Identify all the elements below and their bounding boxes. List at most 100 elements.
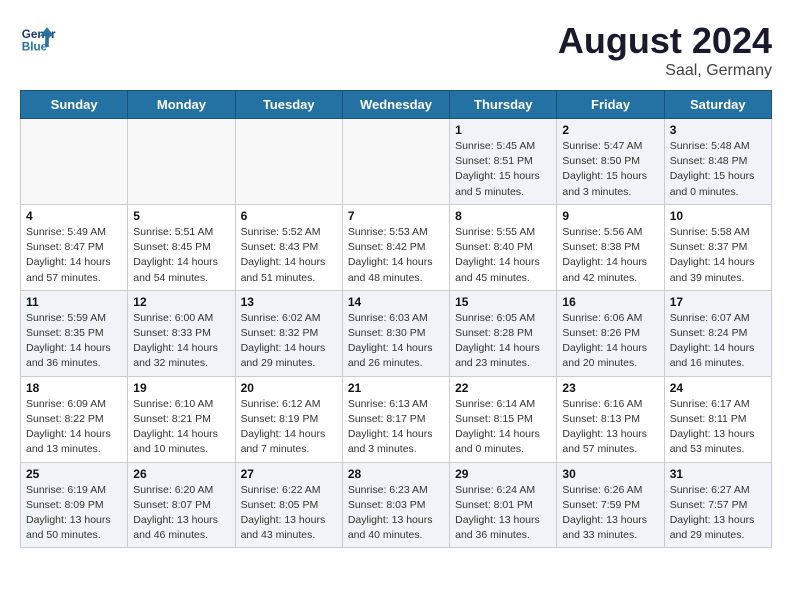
day-number: 11	[26, 295, 122, 309]
day-info: Sunrise: 6:14 AMSunset: 8:15 PMDaylight:…	[455, 397, 551, 458]
day-info: Sunrise: 5:56 AMSunset: 8:38 PMDaylight:…	[562, 225, 658, 286]
day-number: 20	[241, 381, 337, 395]
calendar-cell: 31 Sunrise: 6:27 AMSunset: 7:57 PMDayligh…	[664, 462, 771, 548]
day-info: Sunrise: 5:59 AMSunset: 8:35 PMDaylight:…	[26, 311, 122, 372]
day-number: 24	[670, 381, 766, 395]
svg-text:Blue: Blue	[22, 41, 48, 54]
calendar-week-5: 25Sunrise: 6:19 AMSunset: 8:09 PMDayligh…	[21, 462, 772, 548]
calendar-cell: 14Sunrise: 6:03 AMSunset: 8:30 PMDayligh…	[342, 290, 449, 376]
calendar-cell: 30Sunrise: 6:26 AMSunset: 7:59 PMDayligh…	[557, 462, 664, 548]
day-info: Sunrise: 6:05 AMSunset: 8:28 PMDaylight:…	[455, 311, 551, 372]
day-info: Sunrise: 6:10 AMSunset: 8:21 PMDaylight:…	[133, 397, 229, 458]
title-block: August 2024 Saal, Germany	[558, 20, 772, 80]
calendar-cell: 7 Sunrise: 5:53 AMSunset: 8:42 PMDaylight…	[342, 204, 449, 290]
calendar-cell: 19Sunrise: 6:10 AMSunset: 8:21 PMDayligh…	[128, 376, 235, 462]
col-header-tuesday: Tuesday	[235, 91, 342, 119]
calendar-cell: 15Sunrise: 6:05 AMSunset: 8:28 PMDayligh…	[450, 290, 557, 376]
day-info: Sunrise: 5:47 AMSunset: 8:50 PMDaylight:…	[562, 139, 658, 200]
day-info: Sunrise: 5:55 AMSunset: 8:40 PMDaylight:…	[455, 225, 551, 286]
calendar-cell: 25Sunrise: 6:19 AMSunset: 8:09 PMDayligh…	[21, 462, 128, 548]
day-info: Sunrise: 5:51 AMSunset: 8:45 PMDaylight:…	[133, 225, 229, 286]
day-info: Sunrise: 6:19 AMSunset: 8:09 PMDaylight:…	[26, 483, 122, 544]
day-info: Sunrise: 6:22 AMSunset: 8:05 PMDaylight:…	[241, 483, 337, 544]
calendar-cell: 20 Sunrise: 6:12 AMSunset: 8:19 PMDayligh…	[235, 376, 342, 462]
calendar-header-row: SundayMondayTuesdayWednesdayThursdayFrid…	[21, 91, 772, 119]
day-info: Sunrise: 5:48 AMSunset: 8:48 PMDaylight:…	[670, 139, 766, 200]
calendar-cell: 2 Sunrise: 5:47 AMSunset: 8:50 PMDaylight…	[557, 119, 664, 205]
day-number: 12	[133, 295, 229, 309]
calendar-cell: 29Sunrise: 6:24 AMSunset: 8:01 PMDayligh…	[450, 462, 557, 548]
page-header: General Blue August 2024 Saal, Germany	[20, 20, 772, 80]
calendar-cell: 26 Sunrise: 6:20 AMSunset: 8:07 PMDayligh…	[128, 462, 235, 548]
location-label: Saal, Germany	[558, 62, 772, 80]
calendar-week-2: 4 Sunrise: 5:49 AMSunset: 8:47 PMDaylight…	[21, 204, 772, 290]
day-number: 27	[241, 467, 337, 481]
calendar-week-3: 11 Sunrise: 5:59 AMSunset: 8:35 PMDayligh…	[21, 290, 772, 376]
calendar-cell: 24 Sunrise: 6:17 AMSunset: 8:11 PMDayligh…	[664, 376, 771, 462]
calendar-cell	[21, 119, 128, 205]
calendar-cell: 8 Sunrise: 5:55 AMSunset: 8:40 PMDaylight…	[450, 204, 557, 290]
day-info: Sunrise: 6:17 AMSunset: 8:11 PMDaylight:…	[670, 397, 766, 458]
day-number: 28	[348, 467, 444, 481]
day-number: 30	[562, 467, 658, 481]
day-info: Sunrise: 5:49 AMSunset: 8:47 PMDaylight:…	[26, 225, 122, 286]
calendar-cell: 11 Sunrise: 5:59 AMSunset: 8:35 PMDayligh…	[21, 290, 128, 376]
month-year-title: August 2024	[558, 20, 772, 62]
day-info: Sunrise: 6:09 AMSunset: 8:22 PMDaylight:…	[26, 397, 122, 458]
calendar-table: SundayMondayTuesdayWednesdayThursdayFrid…	[20, 90, 772, 548]
calendar-cell: 22 Sunrise: 6:14 AMSunset: 8:15 PMDayligh…	[450, 376, 557, 462]
col-header-friday: Friday	[557, 91, 664, 119]
col-header-monday: Monday	[128, 91, 235, 119]
day-number: 13	[241, 295, 337, 309]
calendar-cell: 1 Sunrise: 5:45 AMSunset: 8:51 PMDaylight…	[450, 119, 557, 205]
day-info: Sunrise: 6:20 AMSunset: 8:07 PMDaylight:…	[133, 483, 229, 544]
day-info: Sunrise: 6:07 AMSunset: 8:24 PMDaylight:…	[670, 311, 766, 372]
day-number: 10	[670, 209, 766, 223]
calendar-cell: 12 Sunrise: 6:00 AMSunset: 8:33 PMDayligh…	[128, 290, 235, 376]
calendar-cell: 16Sunrise: 6:06 AMSunset: 8:26 PMDayligh…	[557, 290, 664, 376]
calendar-cell: 28 Sunrise: 6:23 AMSunset: 8:03 PMDayligh…	[342, 462, 449, 548]
calendar-cell: 3Sunrise: 5:48 AMSunset: 8:48 PMDaylight…	[664, 119, 771, 205]
day-number: 1	[455, 123, 551, 137]
calendar-cell	[235, 119, 342, 205]
day-number: 7	[348, 209, 444, 223]
calendar-cell: 9 Sunrise: 5:56 AMSunset: 8:38 PMDaylight…	[557, 204, 664, 290]
day-info: Sunrise: 6:27 AMSunset: 7:57 PMDaylight:…	[670, 483, 766, 544]
col-header-wednesday: Wednesday	[342, 91, 449, 119]
day-info: Sunrise: 5:58 AMSunset: 8:37 PMDaylight:…	[670, 225, 766, 286]
day-number: 2	[562, 123, 658, 137]
day-number: 29	[455, 467, 551, 481]
calendar-cell: 5 Sunrise: 5:51 AMSunset: 8:45 PMDaylight…	[128, 204, 235, 290]
day-number: 5	[133, 209, 229, 223]
day-number: 9	[562, 209, 658, 223]
calendar-week-1: 1 Sunrise: 5:45 AMSunset: 8:51 PMDaylight…	[21, 119, 772, 205]
calendar-cell	[342, 119, 449, 205]
day-info: Sunrise: 6:00 AMSunset: 8:33 PMDaylight:…	[133, 311, 229, 372]
day-number: 18	[26, 381, 122, 395]
calendar-cell: 13 Sunrise: 6:02 AMSunset: 8:32 PMDayligh…	[235, 290, 342, 376]
day-number: 31	[670, 467, 766, 481]
calendar-cell: 18 Sunrise: 6:09 AMSunset: 8:22 PMDayligh…	[21, 376, 128, 462]
day-number: 21	[348, 381, 444, 395]
col-header-thursday: Thursday	[450, 91, 557, 119]
day-info: Sunrise: 5:45 AMSunset: 8:51 PMDaylight:…	[455, 139, 551, 200]
calendar-cell: 21Sunrise: 6:13 AMSunset: 8:17 PMDayligh…	[342, 376, 449, 462]
calendar-cell: 6Sunrise: 5:52 AMSunset: 8:43 PMDaylight…	[235, 204, 342, 290]
day-number: 17	[670, 295, 766, 309]
day-number: 4	[26, 209, 122, 223]
logo: General Blue	[20, 20, 56, 56]
day-info: Sunrise: 5:53 AMSunset: 8:42 PMDaylight:…	[348, 225, 444, 286]
day-info: Sunrise: 6:12 AMSunset: 8:19 PMDaylight:…	[241, 397, 337, 458]
calendar-cell: 17 Sunrise: 6:07 AMSunset: 8:24 PMDayligh…	[664, 290, 771, 376]
calendar-cell: 10 Sunrise: 5:58 AMSunset: 8:37 PMDayligh…	[664, 204, 771, 290]
logo-icon: General Blue	[20, 20, 56, 56]
day-number: 26	[133, 467, 229, 481]
day-info: Sunrise: 6:02 AMSunset: 8:32 PMDaylight:…	[241, 311, 337, 372]
day-info: Sunrise: 6:16 AMSunset: 8:13 PMDaylight:…	[562, 397, 658, 458]
day-info: Sunrise: 6:03 AMSunset: 8:30 PMDaylight:…	[348, 311, 444, 372]
col-header-saturday: Saturday	[664, 91, 771, 119]
calendar-cell: 4 Sunrise: 5:49 AMSunset: 8:47 PMDaylight…	[21, 204, 128, 290]
day-number: 8	[455, 209, 551, 223]
day-number: 22	[455, 381, 551, 395]
day-info: Sunrise: 6:23 AMSunset: 8:03 PMDaylight:…	[348, 483, 444, 544]
